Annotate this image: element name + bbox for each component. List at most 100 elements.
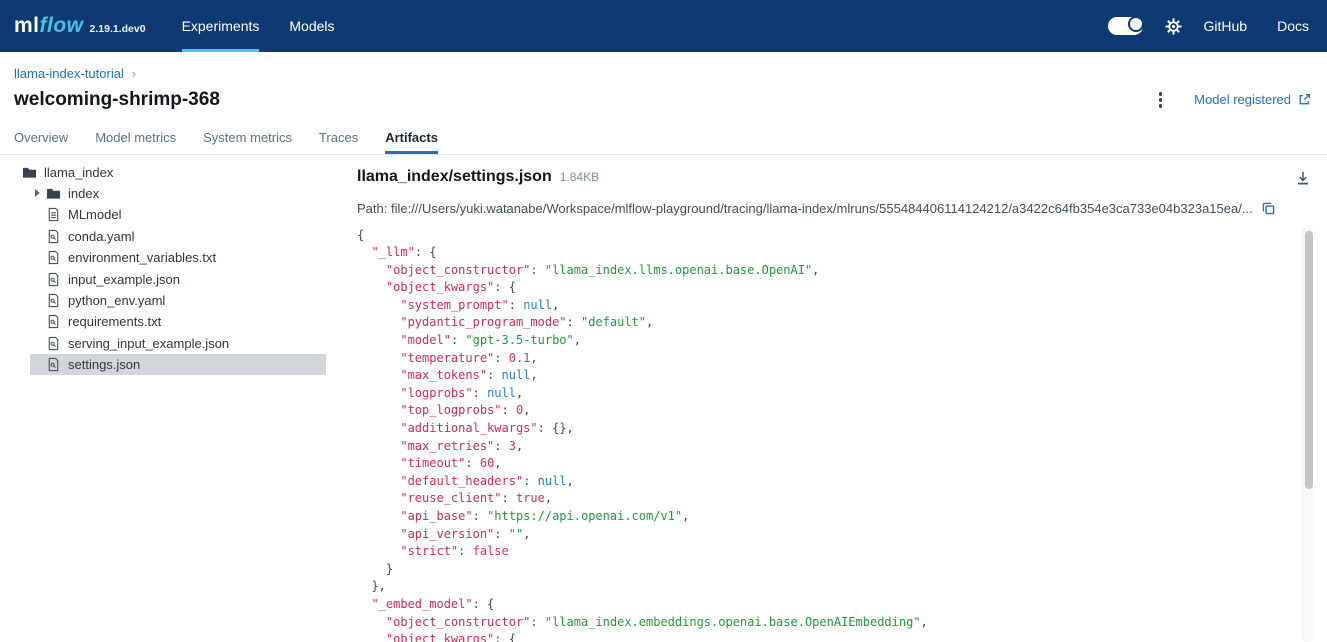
code-line: } [357, 561, 1299, 579]
run-title-row: welcoming-shrimp-368 Model registered [14, 88, 1311, 112]
tree-item-mlmodel[interactable]: MLmodel [0, 204, 341, 225]
code-line: "top_logprobs": 0, [357, 402, 1299, 420]
code-line: "system_prompt": null, [357, 297, 1299, 315]
tab-traces[interactable]: Traces [319, 130, 358, 154]
file-icon [46, 357, 61, 372]
code-line: "object_constructor": "llama_index.llms.… [357, 262, 1299, 280]
tree-item-label: index [68, 186, 99, 201]
code-line: { [357, 227, 1299, 245]
code-line: "reuse_client": true, [357, 490, 1299, 508]
tab-system-metrics[interactable]: System metrics [203, 130, 292, 154]
folder-icon [22, 165, 37, 180]
tree-item-label: llama_index [44, 165, 113, 180]
tree-item-conda-yaml[interactable]: conda.yaml [0, 226, 341, 247]
artifact-size-badge: 1.84KB [560, 170, 599, 184]
tree-item-requirements-txt[interactable]: requirements.txt [0, 311, 341, 332]
toggle-knob [1128, 16, 1144, 32]
tab-overview[interactable]: Overview [14, 130, 68, 154]
external-link-icon [1298, 93, 1311, 106]
code-scrollbar[interactable] [1302, 227, 1313, 642]
overflow-menu-button[interactable] [1153, 88, 1169, 112]
file-icon [46, 250, 61, 265]
gear-icon[interactable] [1165, 18, 1182, 35]
breadcrumb-experiment-link[interactable]: llama-index-tutorial [14, 66, 124, 81]
nav-link-github[interactable]: GitHub [1204, 18, 1248, 34]
tab-model-metrics[interactable]: Model metrics [95, 130, 176, 154]
code-line: "logprobs": null, [357, 385, 1299, 403]
doc-icon [46, 207, 61, 222]
file-icon [46, 272, 61, 287]
download-icon[interactable] [1293, 168, 1313, 193]
top-navbar: mlflow 2.19.1.dev0 Experiments Models [0, 0, 1327, 52]
copy-icon[interactable] [1261, 201, 1276, 216]
file-icon [46, 314, 61, 329]
nav-tab-experiments[interactable]: Experiments [182, 0, 260, 52]
tree-item-label: conda.yaml [68, 229, 134, 244]
code-line: "_embed_model": { [357, 596, 1299, 614]
code-line: "object_constructor": "llama_index.embed… [357, 614, 1299, 632]
breadcrumb-chevron-icon: › [132, 67, 136, 81]
page-title: welcoming-shrimp-368 [14, 89, 220, 111]
code-line: }, [357, 578, 1299, 596]
code-line: "api_base": "https://api.openai.com/v1", [357, 508, 1299, 526]
tree-item-label: python_env.yaml [68, 293, 165, 308]
code-line: "object_kwargs": { [357, 279, 1299, 297]
code-line: "api_version": "", [357, 526, 1299, 544]
artifact-tree: llama_indexindex MLmodel conda.yaml environ… [0, 155, 341, 642]
navbar-right: GitHub Docs [1108, 0, 1309, 52]
tree-item-label: MLmodel [68, 207, 121, 222]
tree-item-settings-json[interactable]: settings.json [0, 354, 341, 375]
artifact-title: llama_index/settings.json [357, 168, 552, 186]
tab-artifacts[interactable]: Artifacts [385, 130, 438, 154]
artifact-path-row: Path: file:///Users/yuki.watanabe/Worksp… [357, 201, 1313, 216]
title-actions: Model registered [1153, 88, 1311, 112]
code-viewer[interactable]: { "_llm": { "object_constructor": "llama… [357, 227, 1313, 642]
tree-item-label: requirements.txt [68, 314, 161, 329]
nav-tab-models[interactable]: Models [289, 0, 334, 52]
tree-item-index[interactable]: index [0, 183, 341, 204]
tree-item-llama-index[interactable]: llama_index [0, 162, 341, 183]
code-line: "max_retries": 3, [357, 438, 1299, 456]
artifact-path: Path: file:///Users/yuki.watanabe/Worksp… [357, 201, 1253, 216]
artifacts-content: llama_indexindex MLmodel conda.yaml environ… [0, 155, 1327, 642]
tree-item-label: settings.json [68, 357, 140, 372]
tree-item-input-example-json[interactable]: input_example.json [0, 268, 341, 289]
app-root: mlflow 2.19.1.dev0 Experiments Models [0, 0, 1327, 642]
theme-toggle[interactable] [1108, 17, 1143, 35]
tree-item-python-env-yaml[interactable]: python_env.yaml [0, 290, 341, 311]
code-line: "object_kwargs": { [357, 631, 1299, 642]
tree-item-serving-input-example-json[interactable]: serving_input_example.json [0, 333, 341, 354]
file-icon [46, 293, 61, 308]
code-line: "default_headers": null, [357, 473, 1299, 491]
file-icon [46, 229, 61, 244]
primary-nav: Experiments Models [182, 0, 335, 52]
code-line: "strict": false [357, 543, 1299, 561]
logo-ml-text: ml [14, 14, 40, 38]
code-line: "additional_kwargs": {}, [357, 420, 1299, 438]
logo-flow-text: flow [40, 14, 84, 38]
run-tabs: Overview Model metrics System metrics Trace… [14, 130, 1327, 154]
artifact-header: llama_index/settings.json 1.84KB [357, 168, 1313, 193]
navbar-right-links: GitHub Docs [1204, 18, 1309, 34]
tree-item-environment-variables-txt[interactable]: environment_variables.txt [0, 247, 341, 268]
file-icon [46, 336, 61, 351]
code-line: "temperature": 0.1, [357, 350, 1299, 368]
code-line: "_llm": { [357, 244, 1299, 262]
code-line: "max_tokens": null, [357, 367, 1299, 385]
code-line: "timeout": 60, [357, 455, 1299, 473]
version-label: 2.19.1.dev0 [90, 23, 146, 35]
tree-item-label: environment_variables.txt [68, 250, 216, 265]
artifact-preview-panel: llama_index/settings.json 1.84KB Path: f… [341, 155, 1327, 642]
nav-link-docs[interactable]: Docs [1277, 18, 1309, 34]
code-content: { "_llm": { "object_constructor": "llama… [357, 227, 1299, 642]
folder-icon [46, 186, 61, 201]
tree-item-label: input_example.json [68, 272, 180, 287]
breadcrumb: llama-index-tutorial › [14, 66, 1313, 81]
model-registered-label: Model registered [1194, 92, 1291, 107]
code-line: "pydantic_program_mode": "default", [357, 314, 1299, 332]
model-registered-link[interactable]: Model registered [1194, 92, 1311, 107]
code-line: "model": "gpt-3.5-turbo", [357, 332, 1299, 350]
mlflow-logo[interactable]: mlflow 2.19.1.dev0 [14, 0, 146, 52]
tree-item-label: serving_input_example.json [68, 336, 229, 351]
code-scrollbar-thumb[interactable] [1305, 231, 1313, 489]
